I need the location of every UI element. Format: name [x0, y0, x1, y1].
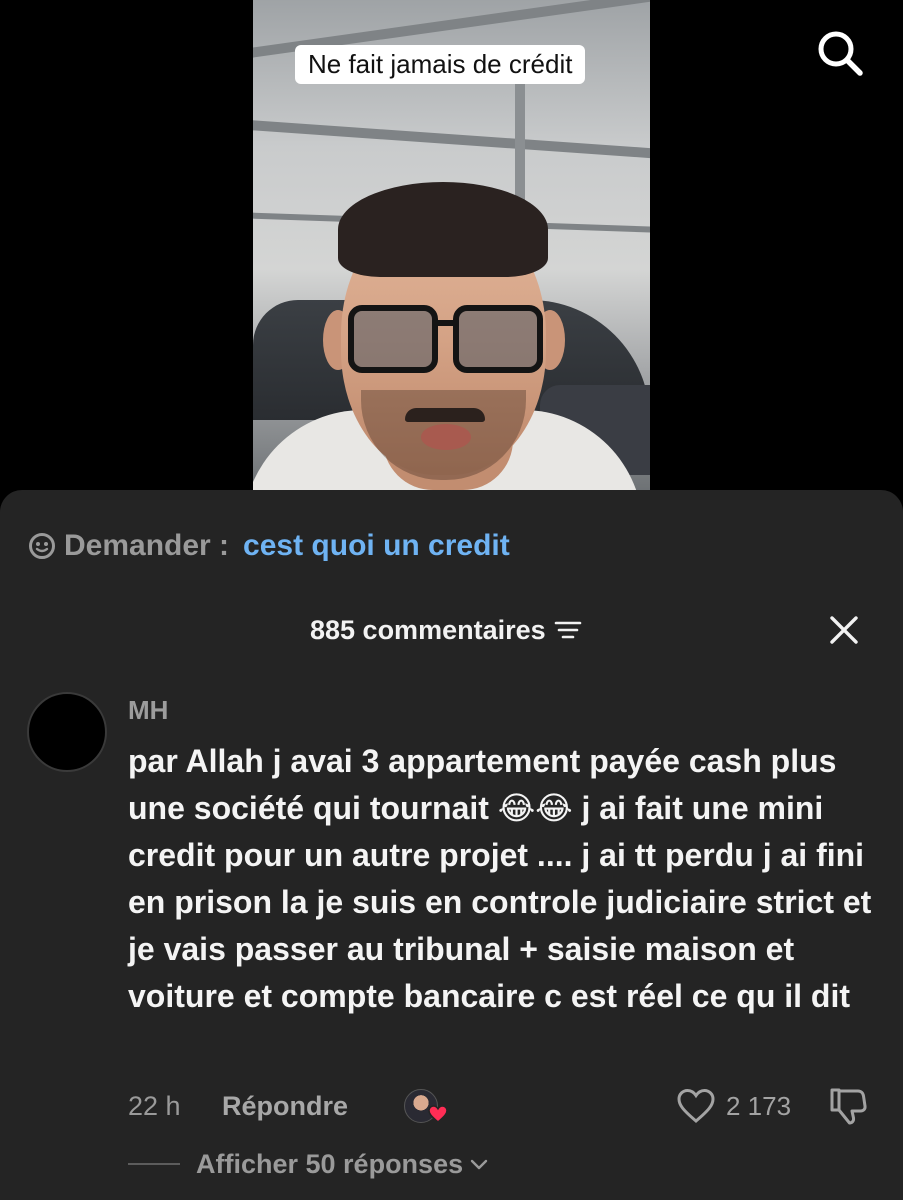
search-button[interactable] [812, 25, 868, 81]
glasses-lens-left [348, 305, 438, 373]
reply-button[interactable]: Répondre [222, 1091, 348, 1122]
comment-meta: 22 h Répondre [128, 1086, 348, 1126]
dislike-button[interactable] [826, 1084, 870, 1128]
replies-label: Afficher 50 réponses [196, 1148, 464, 1179]
show-replies-button[interactable]: Afficher 50 réponses [128, 1145, 489, 1183]
close-comments-button[interactable] [822, 608, 866, 652]
comments-count: 885 commentaires [310, 614, 546, 645]
video-caption: Ne fait jamais de crédit [295, 45, 586, 84]
ask-query-link[interactable]: cest quoi un credit [243, 529, 510, 563]
search-icon [818, 31, 863, 76]
mustache [405, 408, 485, 422]
ask-label: Demander : [64, 529, 230, 562]
comment-text: par Allah j avai 3 appartement payée cas… [128, 743, 872, 1014]
screen: Ne fait jamais de crédit Demander : cest… [0, 0, 903, 1200]
sort-filter-icon [554, 621, 581, 639]
heart-badge-icon [428, 1105, 448, 1123]
chevron-down-icon [470, 1159, 488, 1170]
person-in-video [253, 180, 643, 490]
thumbs-down-icon [830, 1088, 867, 1125]
comment-username[interactable]: MH [128, 695, 168, 726]
smile-search-icon [29, 533, 55, 559]
avatar[interactable] [27, 692, 107, 772]
glasses-lens-right [453, 305, 543, 373]
glasses-bridge [435, 320, 455, 326]
ceiling-beam [253, 118, 650, 162]
comment-timestamp: 22 h [128, 1090, 181, 1121]
heart-outline-icon [677, 1088, 715, 1123]
mouth [421, 424, 471, 450]
creator-liked-badge [404, 1087, 448, 1127]
hair [338, 182, 548, 277]
ask-search-bar[interactable]: Demander : cest quoi un credit [28, 527, 510, 565]
close-icon [830, 616, 858, 644]
like-button[interactable]: 2 173 [676, 1086, 791, 1126]
replies-divider [128, 1163, 180, 1165]
like-count: 2 173 [726, 1090, 792, 1121]
comments-count-sort[interactable]: 885 commentaires [310, 611, 582, 649]
